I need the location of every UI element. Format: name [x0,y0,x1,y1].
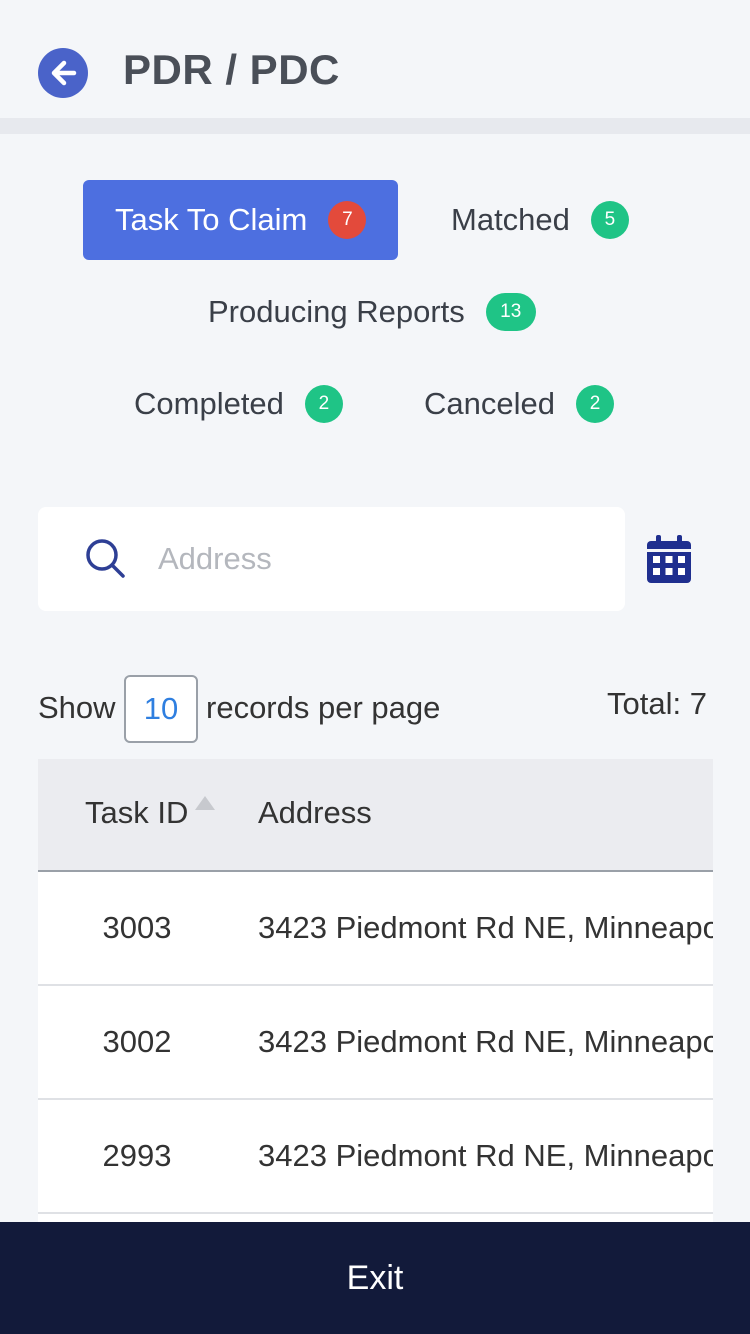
table-row[interactable]: 2993 3423 Piedmont Rd NE, Minneapolis [38,1100,713,1214]
tab-label: Completed [134,386,284,421]
count-badge: 7 [328,201,367,239]
calendar-icon[interactable] [647,535,691,583]
table-row[interactable]: 3003 3423 Piedmont Rd NE, Minneapolis [38,872,713,986]
header-divider [0,118,750,134]
column-header-task-id[interactable]: Task ID [85,795,188,831]
per-page-select[interactable]: 10 [124,675,198,743]
task-id-cell: 3003 [102,910,172,945]
page-title: PDR / PDC [123,46,340,93]
app-header: PDR / PDC [0,0,750,118]
address-cell: 3423 Piedmont Rd NE, Minneapolis [258,1024,713,1059]
tab-label: Producing Reports [208,294,465,329]
tab-canceled[interactable]: Canceled 2 [424,364,614,444]
tab-producing-reports[interactable]: Producing Reports 13 [208,272,536,352]
search-icon [86,539,125,578]
tab-task-to-claim[interactable]: Task To Claim 7 [83,180,399,260]
count-badge: 5 [590,201,629,239]
address-cell: 3423 Piedmont Rd NE, Minneapolis [258,910,713,945]
tab-label: Matched [451,202,570,237]
task-id-cell: 3002 [102,1024,172,1059]
table-header: Task ID Address [38,759,713,872]
exit-label: Exit [346,1258,404,1297]
search-input[interactable] [158,530,598,588]
tab-label: Canceled [424,386,555,421]
sort-asc-icon[interactable] [195,796,215,810]
arrow-left-icon [51,60,77,86]
tasks-table: Task ID Address 3003 3423 Piedmont Rd NE… [38,759,713,1229]
tab-completed[interactable]: Completed 2 [134,364,343,444]
exit-button[interactable]: Exit [0,1222,750,1334]
table-row[interactable]: 3002 3423 Piedmont Rd NE, Minneapolis [38,986,713,1100]
count-badge: 2 [575,385,614,423]
count-badge: 13 [485,293,536,331]
address-cell: 3423 Piedmont Rd NE, Minneapolis [258,1138,713,1173]
per-page-label: records per page [206,690,441,725]
column-header-address[interactable]: Address [258,795,372,831]
back-button[interactable] [38,48,88,98]
tab-label: Task To Claim [115,202,308,237]
total-count: Total: 7 [607,686,707,721]
count-badge: 2 [304,385,343,423]
tab-matched[interactable]: Matched 5 [451,180,629,260]
task-id-cell: 2993 [102,1138,172,1173]
show-label: Show [38,690,116,725]
